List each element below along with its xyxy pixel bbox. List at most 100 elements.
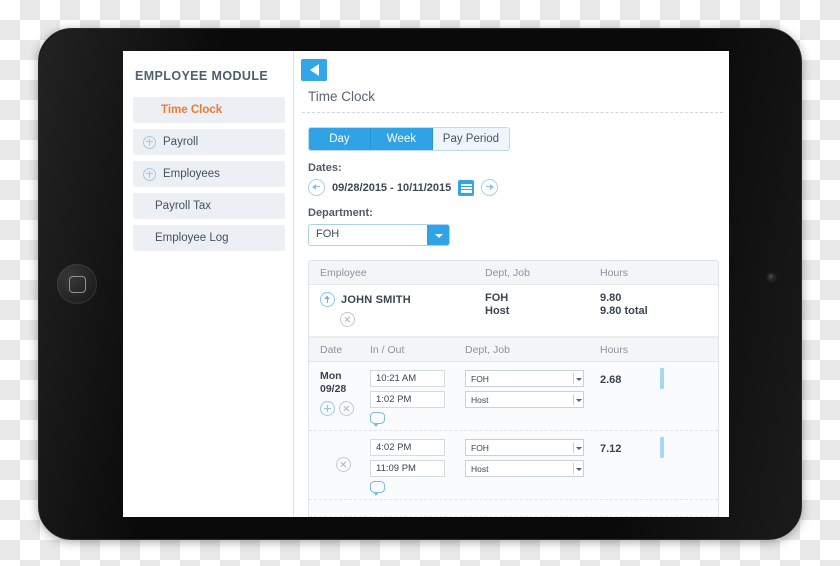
sidebar-item-employee-log[interactable]: Employee Log bbox=[133, 225, 285, 251]
calendar-icon[interactable] bbox=[458, 179, 475, 196]
sidebar-title: EMPLOYEE MODULE bbox=[135, 69, 269, 83]
chevron-down-icon bbox=[573, 394, 583, 405]
time-out-input[interactable]: 11:09 PM bbox=[370, 460, 445, 477]
table-header-row: Employee Dept, Job Hours bbox=[309, 261, 718, 285]
row-day: Mon bbox=[320, 370, 342, 382]
in-out-cell: 4:02 PM 11:09 PM bbox=[370, 439, 465, 496]
employee-module-app: EMPLOYEE MODULE Time Clock Payroll Emplo… bbox=[123, 51, 729, 517]
dept-select[interactable]: FOH bbox=[465, 370, 584, 387]
employee-hours: 9.80 bbox=[600, 292, 622, 304]
column-header-detail-dept-job: Dept, Job bbox=[465, 344, 510, 356]
row-checkbox[interactable] bbox=[718, 290, 719, 311]
plus-icon bbox=[143, 167, 156, 181]
column-header-detail-select bbox=[660, 344, 718, 356]
detail-select-cell bbox=[660, 368, 718, 424]
plus-circle-icon[interactable] bbox=[320, 401, 335, 416]
sidebar: EMPLOYEE MODULE Time Clock Payroll Emplo… bbox=[123, 51, 294, 517]
main-content: Time Clock Day Week Pay Period Dates: 09… bbox=[294, 51, 729, 517]
employee-name: JOHN SMITH bbox=[341, 293, 411, 306]
date-range-value: 09/28/2015 - 10/11/2015 bbox=[332, 181, 452, 194]
period-segmented-control[interactable]: Day Week Pay Period bbox=[308, 127, 510, 151]
detail-dept-job-cell: FOH Host bbox=[465, 439, 600, 493]
timeclock-table: Employee Dept, Job Hours JOHN SMITH FOH … bbox=[308, 260, 719, 517]
dept-select[interactable]: FOH bbox=[465, 439, 584, 456]
row-actions bbox=[320, 401, 370, 416]
sidebar-item-payroll[interactable]: Payroll bbox=[133, 129, 285, 155]
column-header-dept-job: Dept, Job bbox=[485, 267, 530, 279]
x-circle-icon[interactable] bbox=[336, 457, 351, 472]
detail-hours-cell: 2.68 bbox=[600, 370, 660, 424]
row-checkbox[interactable] bbox=[660, 368, 664, 389]
divider bbox=[302, 112, 723, 113]
tablet-frame: EMPLOYEE MODULE Time Clock Payroll Emplo… bbox=[38, 28, 802, 540]
home-button-square-icon bbox=[69, 276, 86, 293]
department-value: FOH bbox=[309, 225, 427, 245]
row-actions bbox=[336, 457, 370, 472]
date-navigation: 09/28/2015 - 10/11/2015 bbox=[308, 179, 729, 196]
arrow-left-circle-icon[interactable] bbox=[308, 179, 325, 196]
employee-cell: JOHN SMITH bbox=[309, 292, 485, 327]
detail-header-row: Date In / Out Dept, Job Hours bbox=[309, 337, 718, 362]
detail-dept-job-cell: FOH Host bbox=[465, 370, 600, 424]
chevron-down-icon bbox=[573, 373, 583, 384]
comment-icon[interactable] bbox=[370, 481, 385, 496]
employee-dept-job-cell: FOH Host bbox=[485, 292, 600, 327]
plus-icon bbox=[143, 135, 156, 149]
column-header-date: Date bbox=[320, 344, 343, 356]
sidebar-item-label: Time Clock bbox=[161, 104, 223, 116]
arrow-right-circle-icon[interactable] bbox=[481, 179, 499, 196]
sidebar-item-label: Employee Log bbox=[155, 232, 229, 244]
sidebar-item-payroll-tax[interactable]: Payroll Tax bbox=[133, 193, 285, 219]
job-select-value: Host bbox=[471, 394, 489, 405]
sidebar-item-label: Payroll bbox=[163, 136, 199, 148]
dept-select-value: FOH bbox=[471, 442, 489, 453]
x-circle-icon[interactable] bbox=[340, 312, 355, 327]
chevron-down-icon bbox=[573, 463, 583, 474]
column-header-hours: Hours bbox=[600, 267, 629, 279]
column-header-employee: Employee bbox=[320, 267, 367, 279]
job-select[interactable]: Host bbox=[465, 391, 584, 408]
department-select[interactable]: FOH bbox=[308, 224, 450, 246]
page-title: Time Clock bbox=[308, 89, 376, 104]
job-select[interactable]: Host bbox=[465, 460, 584, 477]
employee-summary-row: JOHN SMITH FOH Host 9.80 9.80 total bbox=[309, 285, 718, 337]
employee-hours-cell: 9.80 9.80 total bbox=[600, 292, 718, 327]
tablet-screen: EMPLOYEE MODULE Time Clock Payroll Emplo… bbox=[123, 51, 729, 517]
date-cell bbox=[309, 439, 370, 493]
column-header-in-out: In / Out bbox=[370, 344, 405, 356]
employee-name-group[interactable]: JOHN SMITH bbox=[320, 292, 485, 307]
detail-select-cell bbox=[660, 437, 718, 493]
tab-day[interactable]: Day bbox=[309, 128, 371, 150]
front-camera-icon bbox=[768, 274, 775, 281]
table-row: 4:02 PM 11:09 PM FOH Host 7.12 bbox=[309, 431, 718, 500]
date-cell: Mon 09/28 bbox=[309, 370, 370, 424]
detail-hours-cell: 7.12 bbox=[600, 439, 660, 493]
back-triangle-icon bbox=[309, 64, 319, 76]
in-out-cell: 10:21 AM 1:02 PM bbox=[370, 370, 465, 427]
tab-pay-period[interactable]: Pay Period bbox=[432, 128, 509, 150]
employee-hours-total: 9.80 total bbox=[600, 305, 648, 317]
row-hours: 2.68 bbox=[600, 374, 622, 386]
tab-week[interactable]: Week bbox=[370, 128, 433, 150]
sidebar-item-label: Employees bbox=[163, 168, 220, 180]
home-button[interactable] bbox=[57, 264, 97, 304]
time-out-input[interactable]: 1:02 PM bbox=[370, 391, 445, 408]
row-checkbox[interactable] bbox=[660, 437, 664, 458]
department-label: Department: bbox=[308, 207, 373, 219]
sidebar-item-time-clock[interactable]: Time Clock bbox=[133, 97, 285, 123]
time-in-input[interactable]: 4:02 PM bbox=[370, 439, 445, 456]
comment-icon[interactable] bbox=[370, 412, 385, 427]
column-header-detail-hours: Hours bbox=[600, 344, 629, 356]
chevron-down-icon[interactable] bbox=[427, 225, 449, 245]
row-date: 09/28 bbox=[320, 383, 347, 395]
employee-job: Host bbox=[485, 305, 510, 317]
table-row-partial bbox=[309, 500, 718, 517]
sidebar-item-label: Payroll Tax bbox=[155, 200, 212, 212]
time-in-input[interactable]: 10:21 AM bbox=[370, 370, 445, 387]
x-circle-icon[interactable] bbox=[339, 401, 354, 416]
arrow-up-circle-icon[interactable] bbox=[320, 292, 335, 307]
chevron-down-icon bbox=[573, 442, 583, 453]
back-button[interactable] bbox=[301, 59, 327, 81]
table-row: Mon 09/28 10:21 AM 1:02 PM FOH Host 2.68 bbox=[309, 362, 718, 431]
sidebar-item-employees[interactable]: Employees bbox=[133, 161, 285, 187]
